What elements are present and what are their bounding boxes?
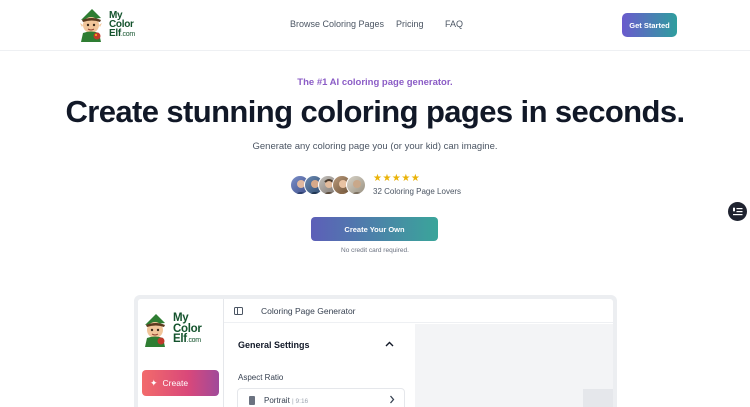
elf-mascot-icon xyxy=(77,8,107,42)
nav-pricing[interactable]: Pricing xyxy=(396,19,424,29)
aspect-ratio-name: Portrait xyxy=(264,396,290,405)
nav-browse-coloring-pages[interactable]: Browse Coloring Pages xyxy=(290,19,384,29)
sidebar-logo: My Color Elf.com xyxy=(141,309,203,351)
logo[interactable]: My Color Elf.com xyxy=(77,8,139,42)
logo-line-elf: Elf xyxy=(109,28,121,39)
settings-panel: General Settings Aspect Ratio Portrait |… xyxy=(224,324,414,407)
logo-suffix: .com xyxy=(120,31,135,38)
aspect-ratio-label: Aspect Ratio xyxy=(238,373,284,382)
app-sidebar: My Color Elf.com ✦ Create xyxy=(138,299,224,407)
sidebar-create-button[interactable]: ✦ Create xyxy=(142,370,219,396)
site-header: My Color Elf.com Browse Coloring Pages P… xyxy=(0,0,750,50)
general-settings-heading: General Settings xyxy=(238,340,310,350)
sidebar-toggle-icon[interactable] xyxy=(234,307,243,315)
canvas-placeholder xyxy=(583,389,613,407)
canvas-area xyxy=(415,324,613,407)
app-topbar: Coloring Page Generator xyxy=(224,299,613,323)
user-avatars xyxy=(290,175,366,195)
hero-subhead: Generate any coloring page you (or your … xyxy=(252,141,498,152)
app-preview-window: My Color Elf.com ✦ Create Coloring Page … xyxy=(138,299,613,407)
header-divider xyxy=(0,50,750,51)
hero-tagline: The #1 AI coloring page generator. xyxy=(297,77,453,88)
logo-suffix: .com xyxy=(186,337,201,345)
rating: ★★★★★ 32 Coloring Page Lovers xyxy=(373,173,462,197)
aspect-ratio-value: Portrait | 9:16 xyxy=(264,396,308,405)
rating-label: 32 Coloring Page Lovers xyxy=(373,187,462,196)
avatar xyxy=(346,175,366,195)
logo-wordmark: My Color Elf.com xyxy=(109,11,135,39)
sidebar-create-label: Create xyxy=(162,378,189,388)
aspect-ratio-dimensions: | 9:16 xyxy=(292,398,309,405)
sidebar-logo-wordmark: My Color Elf.com xyxy=(173,313,202,347)
five-star-rating-icon: ★★★★★ xyxy=(373,173,421,184)
elf-mascot-icon xyxy=(141,310,171,350)
nav-faq[interactable]: FAQ xyxy=(445,19,463,29)
no-credit-card-note: No credit card required. xyxy=(341,247,409,254)
aspect-ratio-select[interactable]: Portrait | 9:16 xyxy=(237,388,405,407)
app-title: Coloring Page Generator xyxy=(261,306,356,316)
get-started-button[interactable]: Get Started xyxy=(622,13,677,37)
app-preview: My Color Elf.com ✦ Create Coloring Page … xyxy=(134,295,617,407)
logo-line-elf: Elf xyxy=(173,333,187,346)
chevron-up-icon[interactable] xyxy=(385,339,394,349)
sparkle-icon: ✦ xyxy=(150,377,158,388)
hero-headline: Create stunning coloring pages in second… xyxy=(65,94,685,129)
chat-widget-icon[interactable] xyxy=(728,202,747,221)
portrait-icon xyxy=(249,396,255,405)
chevron-right-icon xyxy=(389,395,395,406)
create-your-own-button[interactable]: Create Your Own xyxy=(311,217,438,241)
